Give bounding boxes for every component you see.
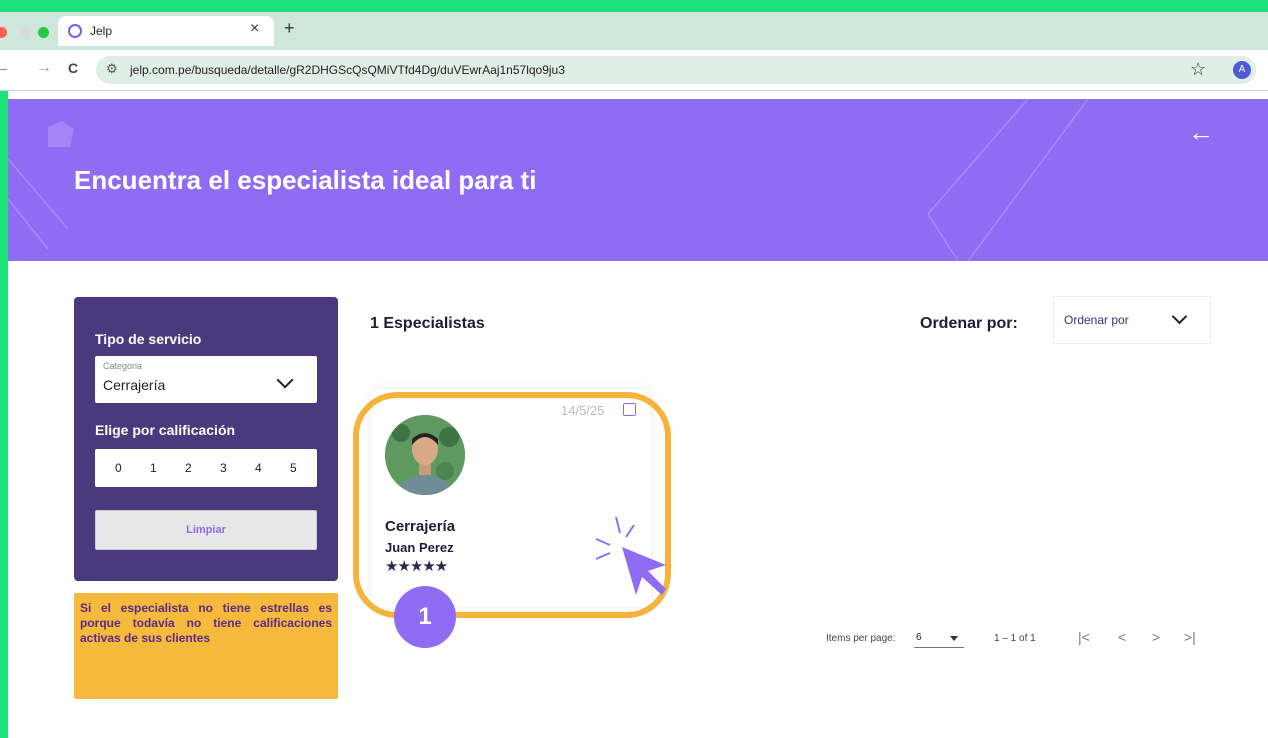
- chevron-down-icon: [276, 371, 294, 389]
- address-bar[interactable]: ⚙ jelp.com.pe/busqueda/detalle/gR2DHGScQ…: [96, 56, 1256, 84]
- forward-button[interactable]: →: [36, 59, 52, 77]
- page-title: Encuentra el especialista ideal para ti: [74, 165, 537, 195]
- page-size-select[interactable]: 6: [914, 629, 964, 648]
- click-cursor-icon: [595, 516, 666, 595]
- first-page-button[interactable]: |<: [1078, 629, 1090, 645]
- bookmark-star-icon[interactable]: ☆: [1190, 59, 1206, 80]
- maximize-window-dot[interactable]: [38, 27, 49, 38]
- rating-option[interactable]: 4: [255, 461, 262, 475]
- category-field-label: Categoria: [103, 361, 143, 371]
- tab-strip: Jelp × +: [0, 12, 1268, 50]
- page-range: 1 – 1 of 1: [994, 633, 1036, 644]
- step-number-badge: 1: [394, 586, 456, 648]
- next-page-button[interactable]: >: [1152, 629, 1160, 645]
- jelp-favicon-icon: [68, 24, 82, 38]
- tab-title: Jelp: [90, 24, 113, 38]
- items-per-page-label: Items per page:: [826, 633, 896, 644]
- stars-info-note: Si el especialista no tiene estrellas es…: [74, 593, 338, 699]
- tab-close-icon[interactable]: ×: [250, 20, 259, 38]
- close-window-dot[interactable]: [0, 27, 7, 38]
- caret-down-icon: [950, 636, 958, 641]
- last-page-button[interactable]: >|: [1184, 629, 1196, 645]
- profile-avatar[interactable]: A: [1233, 61, 1251, 79]
- page-size-value: 6: [916, 632, 922, 643]
- browser-tab[interactable]: Jelp ×: [58, 16, 274, 46]
- rating-option[interactable]: 0: [115, 461, 122, 475]
- hero-banner: Encuentra el especialista ideal para ti …: [8, 99, 1268, 261]
- service-type-label: Tipo de servicio: [95, 331, 202, 347]
- rating-option[interactable]: 2: [185, 461, 192, 475]
- rating-option[interactable]: 3: [220, 461, 227, 475]
- rating-selector: 0 1 2 3 4 5: [95, 449, 317, 487]
- rating-filter-label: Elige por calificación: [95, 422, 236, 438]
- sort-label: Ordenar por:: [920, 315, 1018, 332]
- category-select[interactable]: Categoria Cerrajería: [95, 356, 317, 403]
- rating-option[interactable]: 1: [150, 461, 157, 475]
- filter-panel: Tipo de servicio Categoria Cerrajería El…: [74, 297, 338, 581]
- sort-value: Ordenar por: [1064, 313, 1129, 327]
- url-text: jelp.com.pe/busqueda/detalle/gR2DHGScQsQ…: [130, 63, 565, 77]
- minimize-window-dot[interactable]: [20, 27, 31, 38]
- web-page: Encuentra el especialista ideal para ti …: [8, 91, 1268, 738]
- rating-option[interactable]: 5: [290, 461, 297, 475]
- previous-page-button[interactable]: <: [1118, 629, 1126, 645]
- back-button[interactable]: ←: [0, 59, 10, 77]
- category-value: Cerrajería: [103, 377, 166, 393]
- results-count: 1 Especialistas: [370, 315, 485, 332]
- chevron-down-icon: [1171, 308, 1188, 325]
- browser-toolbar: ← → C ⚙ jelp.com.pe/busqueda/detalle/gR2…: [0, 50, 1268, 91]
- back-arrow-icon[interactable]: ←: [1188, 117, 1214, 148]
- sort-select[interactable]: Ordenar por: [1053, 296, 1211, 344]
- site-settings-icon[interactable]: ⚙: [106, 61, 118, 77]
- clear-filters-button[interactable]: Limpiar: [95, 510, 317, 550]
- reload-button[interactable]: C: [68, 60, 78, 76]
- new-tab-button[interactable]: +: [284, 18, 295, 39]
- browser-window: Jelp × + ← → C ⚙ jelp.com.pe/busqueda/de…: [0, 0, 1268, 738]
